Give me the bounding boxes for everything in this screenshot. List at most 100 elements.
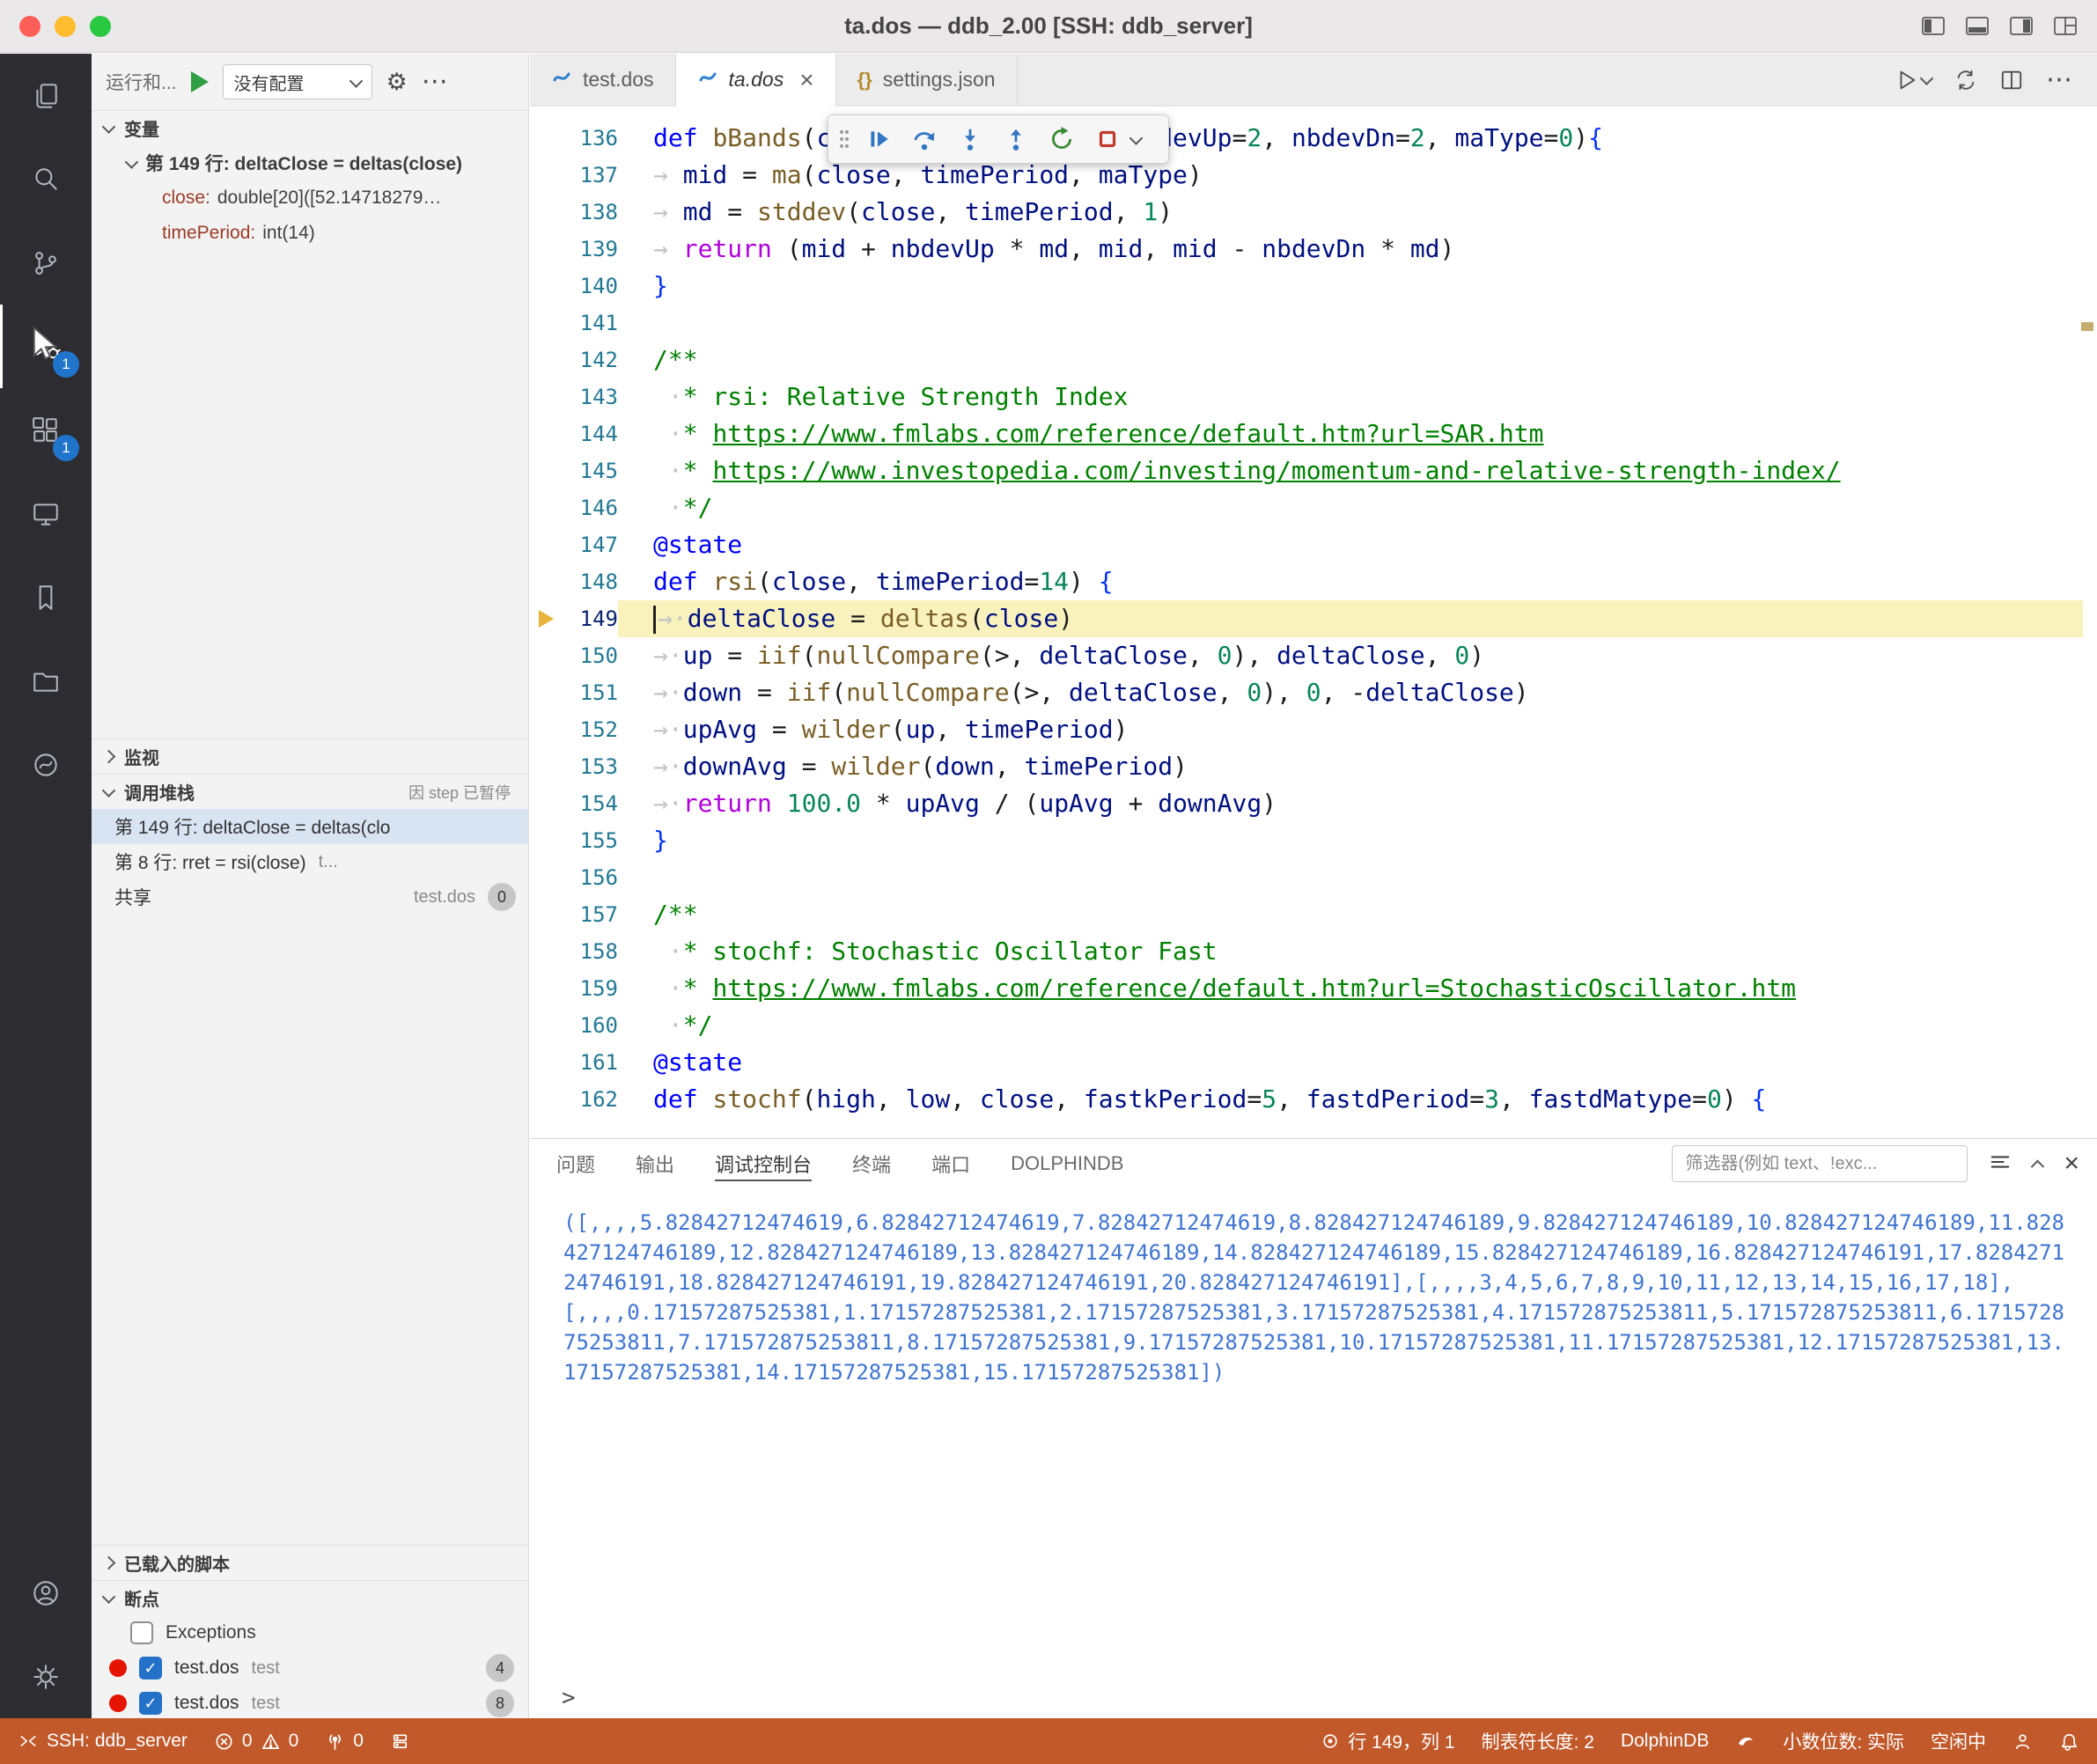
line-number[interactable]: 161: [567, 1044, 618, 1081]
glyph-margin[interactable]: [530, 711, 567, 748]
activity-bookmarks-icon[interactable]: [0, 555, 92, 639]
decimal-places-indicator[interactable]: 小数位数: 实际: [1783, 1728, 1904, 1754]
code-line[interactable]: 147@state: [530, 526, 2097, 563]
breakpoint-row[interactable]: ✓test.dostest8: [92, 1686, 528, 1718]
stack-frame[interactable]: 第 149 行: deltaClose = deltas(clo: [92, 809, 528, 844]
glyph-margin[interactable]: [530, 933, 567, 970]
glyph-margin[interactable]: [530, 120, 567, 157]
code-line[interactable]: 156: [530, 859, 2097, 896]
glyph-margin[interactable]: [530, 1007, 567, 1044]
panel-tab-6[interactable]: DOLPHINDB: [1011, 1139, 1123, 1188]
customize-layout-icon[interactable]: [2053, 16, 2078, 37]
line-number[interactable]: 142: [567, 342, 618, 379]
sync-icon[interactable]: [1954, 69, 1977, 92]
glyph-margin[interactable]: [530, 1044, 567, 1081]
code-line[interactable]: 149→·deltaClose = deltas(close): [530, 600, 2097, 637]
code-line[interactable]: 160 ·*/: [530, 1007, 2097, 1044]
account-icon[interactable]: [0, 1551, 92, 1635]
debug-config-dropdown[interactable]: 没有配置: [223, 64, 372, 99]
dolphindb-logo-icon[interactable]: [1735, 1731, 1756, 1752]
panel-tab-3[interactable]: 调试控制台: [715, 1139, 812, 1188]
code-line[interactable]: 158 ·* stochf: Stochastic Oscillator Fas…: [530, 933, 2097, 970]
settings-gear-icon[interactable]: [0, 1635, 92, 1718]
more-actions-icon[interactable]: ⋯: [422, 73, 450, 91]
line-number[interactable]: 144: [567, 415, 618, 452]
close-icon[interactable]: ×: [799, 71, 813, 89]
remote-indicator[interactable]: SSH: ddb_server: [18, 1731, 188, 1752]
stack-frame[interactable]: 第 8 行: rret = rsi(close)t...: [92, 844, 528, 879]
panel-tab-1[interactable]: 问题: [556, 1139, 595, 1188]
code-line[interactable]: 157/**: [530, 896, 2097, 933]
code-line[interactable]: 155}: [530, 822, 2097, 859]
code-line[interactable]: 159 ·* https://www.fmlabs.com/reference/…: [530, 970, 2097, 1007]
glyph-margin[interactable]: [530, 563, 567, 600]
code-line[interactable]: 148def rsi(close, timePeriod=14) {: [530, 563, 2097, 600]
line-number[interactable]: 157: [567, 896, 618, 933]
code-line[interactable]: 144 ·* https://www.fmlabs.com/reference/…: [530, 415, 2097, 452]
restart-button[interactable]: [1040, 120, 1084, 158]
console-prompt[interactable]: >: [562, 1687, 576, 1709]
run-file-button[interactable]: [1895, 69, 1931, 92]
close-window-button[interactable]: [19, 16, 40, 37]
activity-search-icon[interactable]: [0, 137, 92, 221]
stack-frame[interactable]: 共享test.dos0: [92, 879, 528, 915]
code-line[interactable]: 145 ·* https://www.investopedia.com/inve…: [530, 452, 2097, 489]
panel-tab-5[interactable]: 端口: [931, 1139, 970, 1188]
maximize-panel-icon[interactable]: [2031, 1159, 2045, 1173]
exceptions-checkbox[interactable]: [130, 1621, 153, 1644]
glyph-margin[interactable]: [530, 896, 567, 933]
glyph-margin[interactable]: [530, 452, 567, 489]
current-line-arrow[interactable]: [530, 600, 567, 637]
code-line[interactable]: 139→ return (mid + nbdevUp * md, mid, mi…: [530, 231, 2097, 268]
output-lines-icon[interactable]: [1989, 1150, 2012, 1178]
line-number[interactable]: 141: [567, 305, 618, 342]
code-line[interactable]: 162def stochf(high, low, close, fastkPer…: [530, 1081, 2097, 1118]
line-number[interactable]: 140: [567, 268, 618, 305]
code-line[interactable]: 152→·upAvg = wilder(up, timePeriod): [530, 711, 2097, 748]
server-indicator[interactable]: [390, 1731, 410, 1752]
variable-row[interactable]: timePeriod:int(14): [92, 216, 528, 251]
glyph-margin[interactable]: [530, 194, 567, 231]
glyph-margin[interactable]: [530, 489, 567, 526]
account-status-icon[interactable]: [2012, 1731, 2033, 1752]
line-number[interactable]: 162: [567, 1081, 618, 1118]
exceptions-breakpoint-row[interactable]: Exceptions: [92, 1615, 528, 1650]
glyph-margin[interactable]: [530, 526, 567, 563]
line-number[interactable]: 147: [567, 526, 618, 563]
code-editor[interactable]: 136def bBands(close, timePeriod=5, nbdev…: [530, 107, 2097, 1138]
stop-button[interactable]: [1085, 120, 1129, 158]
glyph-margin[interactable]: [530, 379, 567, 415]
line-number[interactable]: 153: [567, 748, 618, 785]
code-line[interactable]: 138→ md = stddev(close, timePeriod, 1): [530, 194, 2097, 231]
breakpoint-checkbox[interactable]: ✓: [139, 1657, 162, 1679]
step-over-button[interactable]: [902, 120, 946, 158]
code-line[interactable]: 143 ·* rsi: Relative Strength Index: [530, 379, 2097, 415]
cursor-position-indicator[interactable]: 行 149，列 1: [1321, 1728, 1454, 1754]
start-debug-icon[interactable]: [191, 71, 209, 92]
code-line[interactable]: 140}: [530, 268, 2097, 305]
section-call-stack[interactable]: 调用堆栈 因 step 已暂停: [92, 774, 528, 809]
code-line[interactable]: 136def bBands(close, timePeriod=5, nbdev…: [530, 120, 2097, 157]
toggle-secondary-sidebar-icon[interactable]: [2009, 16, 2034, 37]
section-watch[interactable]: 监视: [92, 739, 528, 774]
line-number[interactable]: 148: [567, 563, 618, 600]
glyph-margin[interactable]: [530, 785, 567, 822]
glyph-margin[interactable]: [530, 674, 567, 711]
tab-settings.json[interactable]: {}settings.json: [836, 54, 1018, 106]
line-number[interactable]: 159: [567, 970, 618, 1007]
problems-indicator[interactable]: 0 0: [214, 1731, 298, 1752]
line-number[interactable]: 139: [567, 231, 618, 268]
activity-folders-icon[interactable]: [0, 639, 92, 723]
section-loaded-scripts[interactable]: 已载入的脚本: [92, 1545, 528, 1580]
tab-ta.dos[interactable]: ta.dos×: [676, 54, 836, 107]
glyph-margin[interactable]: [530, 822, 567, 859]
code-line[interactable]: 146 ·*/: [530, 489, 2097, 526]
glyph-margin[interactable]: [530, 1081, 567, 1118]
line-number[interactable]: 145: [567, 452, 618, 489]
step-into-button[interactable]: [948, 120, 992, 158]
line-number[interactable]: 154: [567, 785, 618, 822]
line-number[interactable]: 150: [567, 637, 618, 674]
glyph-margin[interactable]: [530, 415, 567, 452]
console-filter-input[interactable]: [1672, 1145, 1968, 1182]
line-number[interactable]: 136: [567, 120, 618, 157]
